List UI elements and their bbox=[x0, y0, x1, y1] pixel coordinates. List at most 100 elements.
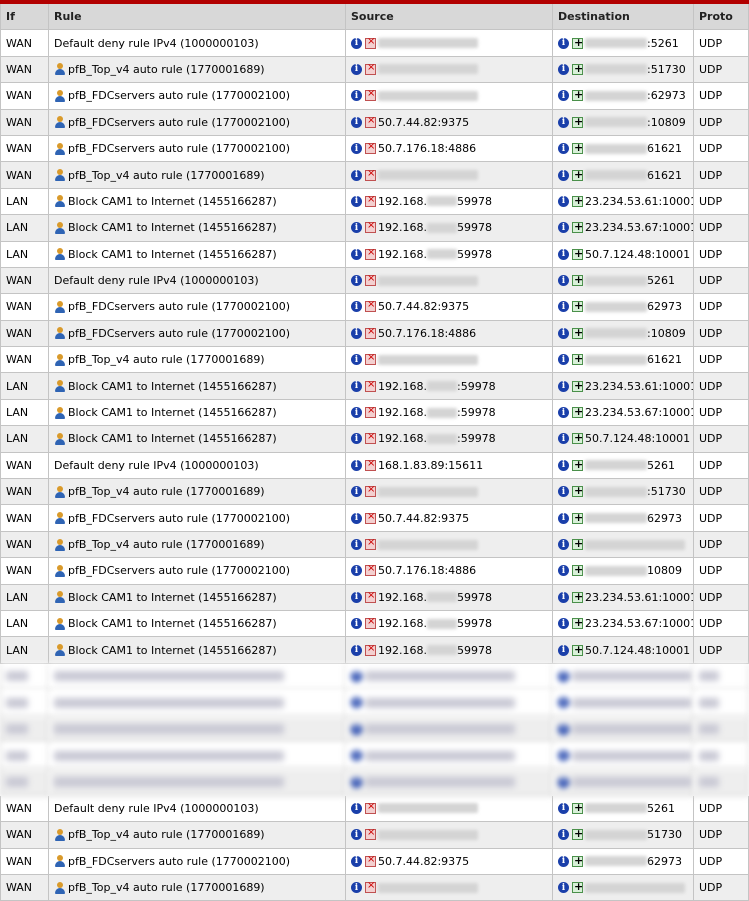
info-icon[interactable]: i bbox=[351, 275, 362, 287]
info-icon[interactable]: i bbox=[351, 697, 362, 709]
cell-rule[interactable]: Block CAM1 to Internet (1455166287) bbox=[49, 373, 346, 400]
easy-rule-block-icon[interactable] bbox=[365, 62, 376, 75]
cell-destination[interactable]: i:51730 bbox=[553, 479, 694, 506]
info-icon[interactable]: i bbox=[351, 882, 362, 894]
info-icon[interactable]: i bbox=[351, 591, 362, 603]
info-icon[interactable]: i bbox=[351, 380, 362, 392]
info-icon[interactable]: i bbox=[558, 327, 569, 339]
easy-rule-block-icon[interactable] bbox=[365, 643, 376, 656]
info-icon[interactable]: i bbox=[351, 855, 362, 867]
easy-rule-pass-icon[interactable] bbox=[572, 431, 583, 445]
easy-rule-pass-icon[interactable] bbox=[572, 299, 583, 313]
easy-rule-pass-icon[interactable] bbox=[572, 115, 583, 128]
info-icon[interactable]: i bbox=[351, 195, 362, 207]
header-destination[interactable]: Destination bbox=[553, 4, 694, 31]
cell-destination[interactable]: i 5261 bbox=[553, 267, 694, 295]
header-interface[interactable]: If bbox=[0, 4, 49, 31]
info-icon[interactable]: i bbox=[351, 512, 362, 524]
cell-destination[interactable]: i 10809 bbox=[553, 558, 694, 585]
info-icon[interactable]: i bbox=[558, 829, 569, 841]
easy-rule-pass-icon[interactable] bbox=[572, 194, 583, 207]
header-protocol[interactable]: Proto bbox=[694, 4, 749, 31]
info-icon[interactable]: i bbox=[351, 459, 362, 471]
rule-label[interactable]: Default deny rule IPv4 (1000000103) bbox=[54, 802, 259, 815]
cell-rule[interactable]: Default deny rule IPv4 (1000000103) bbox=[49, 452, 346, 480]
easy-rule-block-icon[interactable] bbox=[365, 854, 376, 867]
info-icon[interactable]: i bbox=[558, 644, 569, 656]
info-icon[interactable]: i bbox=[558, 697, 569, 709]
cell-source[interactable]: i 50.7.176.18:4886 bbox=[346, 558, 553, 585]
easy-rule-block-icon[interactable] bbox=[365, 141, 376, 155]
header-source[interactable]: Source bbox=[346, 4, 553, 31]
info-icon[interactable]: i bbox=[351, 644, 362, 656]
easy-rule-pass-icon[interactable] bbox=[572, 168, 583, 181]
easy-rule-block-icon[interactable] bbox=[365, 273, 376, 287]
cell-source[interactable]: i bbox=[346, 30, 553, 57]
info-icon[interactable]: i bbox=[351, 776, 362, 788]
cell-rule[interactable]: Block CAM1 to Internet (1455166287) bbox=[49, 241, 346, 268]
info-icon[interactable]: i bbox=[351, 618, 362, 630]
rule-label[interactable]: pfB_FDCservers auto rule (1770002100) bbox=[68, 327, 290, 340]
cell-rule[interactable]: Default deny rule IPv4 (1000000103) bbox=[49, 795, 346, 823]
cell-destination[interactable]: i 23.234.53.67:10001 bbox=[553, 215, 694, 242]
cell-rule[interactable] bbox=[49, 742, 346, 770]
cell-destination[interactable]: i 62973 bbox=[553, 505, 694, 532]
easy-rule-pass-icon[interactable] bbox=[572, 537, 583, 550]
cell-source[interactable]: i 192.168. 59978 bbox=[346, 188, 553, 216]
cell-source[interactable]: i bbox=[346, 347, 553, 374]
info-icon[interactable]: i bbox=[558, 723, 569, 735]
info-icon[interactable]: i bbox=[351, 723, 362, 735]
cell-destination[interactable]: i bbox=[553, 716, 694, 743]
cell-rule[interactable]: pfB_FDCservers auto rule (1770002100) bbox=[49, 83, 346, 110]
cell-destination[interactable]: i:10809 bbox=[553, 109, 694, 136]
easy-rule-pass-icon[interactable] bbox=[572, 141, 583, 155]
info-icon[interactable]: i bbox=[351, 354, 362, 366]
rule-label[interactable]: Block CAM1 to Internet (1455166287) bbox=[68, 432, 277, 445]
cell-source[interactable]: i bbox=[346, 822, 553, 849]
cell-destination[interactable]: i bbox=[553, 663, 694, 691]
info-icon[interactable]: i bbox=[558, 882, 569, 894]
info-icon[interactable]: i bbox=[351, 301, 362, 313]
info-icon[interactable]: i bbox=[558, 565, 569, 577]
cell-destination[interactable]: i 5261 bbox=[553, 452, 694, 480]
cell-destination[interactable]: i:5261 bbox=[553, 30, 694, 57]
rule-label[interactable]: pfB_FDCservers auto rule (1770002100) bbox=[68, 300, 290, 313]
easy-rule-pass-icon[interactable] bbox=[572, 88, 583, 102]
cell-rule[interactable]: pfB_FDCservers auto rule (1770002100) bbox=[49, 320, 346, 348]
easy-rule-block-icon[interactable] bbox=[365, 563, 376, 577]
rule-label[interactable]: pfB_Top_v4 auto rule (1770001689) bbox=[68, 485, 265, 498]
info-icon[interactable]: i bbox=[351, 407, 362, 419]
info-icon[interactable]: i bbox=[558, 855, 569, 867]
cell-destination[interactable]: i:62973 bbox=[553, 83, 694, 110]
cell-rule[interactable]: pfB_Top_v4 auto rule (1770001689) bbox=[49, 874, 346, 901]
cell-destination[interactable]: i 50.7.124.48:10001 bbox=[553, 426, 694, 453]
rule-label[interactable]: pfB_Top_v4 auto rule (1770001689) bbox=[68, 881, 265, 894]
info-icon[interactable]: i bbox=[558, 275, 569, 287]
easy-rule-pass-icon[interactable] bbox=[572, 854, 583, 867]
cell-source[interactable]: i bbox=[346, 267, 553, 295]
cell-destination[interactable]: i 23.234.53.67:10001 bbox=[553, 399, 694, 427]
cell-source[interactable]: i bbox=[346, 83, 553, 110]
cell-source[interactable]: i 50.7.44.82:9375 bbox=[346, 109, 553, 136]
info-icon[interactable]: i bbox=[558, 670, 569, 682]
rule-label[interactable]: Default deny rule IPv4 (1000000103) bbox=[54, 37, 259, 50]
cell-source[interactable]: i 192.168. 59978 bbox=[346, 610, 553, 638]
cell-source[interactable]: i bbox=[346, 531, 553, 559]
cell-source[interactable]: i bbox=[346, 769, 553, 796]
easy-rule-pass-icon[interactable] bbox=[572, 36, 583, 49]
cell-source[interactable]: i bbox=[346, 56, 553, 84]
rule-label[interactable]: pfB_Top_v4 auto rule (1770001689) bbox=[68, 828, 265, 841]
rule-label[interactable]: Default deny rule IPv4 (1000000103) bbox=[54, 274, 259, 287]
cell-destination[interactable]: i bbox=[553, 769, 694, 796]
cell-source[interactable]: i bbox=[346, 479, 553, 506]
rule-label[interactable]: pfB_Top_v4 auto rule (1770001689) bbox=[68, 353, 265, 366]
easy-rule-block-icon[interactable] bbox=[365, 431, 376, 445]
easy-rule-pass-icon[interactable] bbox=[572, 405, 583, 419]
easy-rule-pass-icon[interactable] bbox=[572, 643, 583, 656]
cell-rule[interactable]: Default deny rule IPv4 (1000000103) bbox=[49, 30, 346, 57]
info-icon[interactable]: i bbox=[351, 143, 362, 155]
cell-rule[interactable]: pfB_FDCservers auto rule (1770002100) bbox=[49, 109, 346, 136]
cell-destination[interactable]: i 51730 bbox=[553, 822, 694, 849]
easy-rule-pass-icon[interactable] bbox=[572, 590, 583, 603]
rule-label[interactable]: Block CAM1 to Internet (1455166287) bbox=[68, 644, 277, 657]
